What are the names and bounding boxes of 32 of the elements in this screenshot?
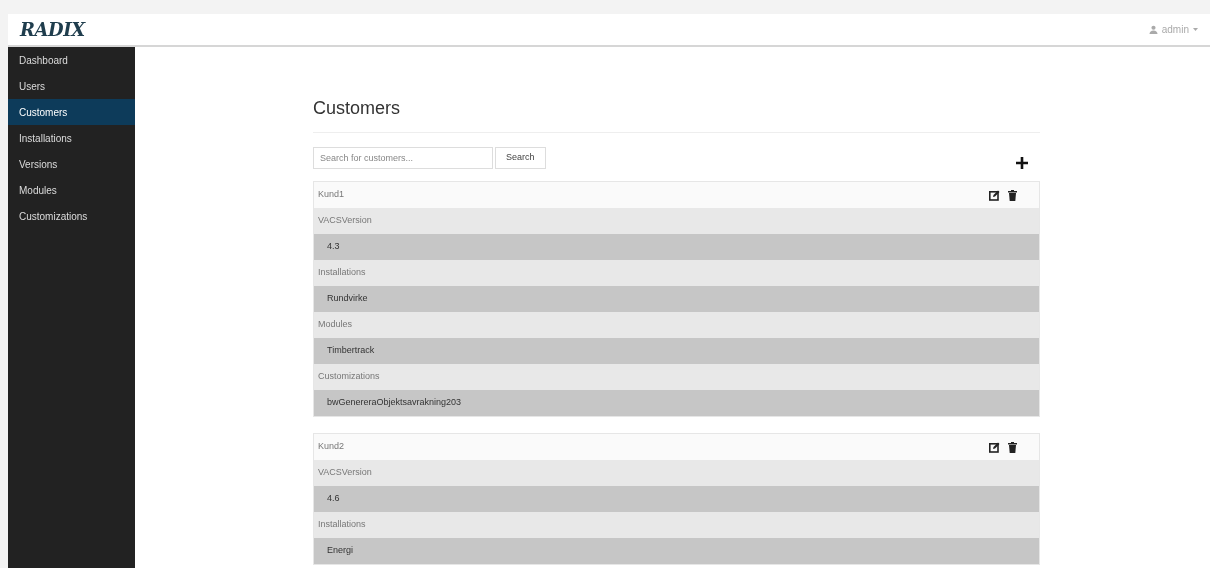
edit-icon[interactable] <box>989 441 1000 453</box>
section-label-row: Modules <box>314 312 1039 338</box>
value-row: Rundvirke <box>314 286 1039 312</box>
value-row: Energi <box>314 538 1039 564</box>
value-row: 4.6 <box>314 486 1039 512</box>
trash-icon[interactable] <box>1008 189 1017 201</box>
section-label-row: Installations <box>314 512 1039 538</box>
edit-icon[interactable] <box>989 189 1000 201</box>
section-label-row: VACSVersion <box>314 460 1039 486</box>
add-icon[interactable] <box>1016 157 1028 169</box>
caret-icon <box>1193 28 1198 31</box>
radix-logo[interactable]: RADIX <box>20 16 85 43</box>
customer-name: Kund1 <box>318 188 345 202</box>
user-icon <box>1148 25 1158 34</box>
sidebar-item[interactable]: Users <box>8 73 135 99</box>
section-label-row: Installations <box>314 260 1039 286</box>
page-title: Customers <box>313 95 1040 133</box>
sidebar-item[interactable]: Dashboard <box>8 47 135 73</box>
sidebar-item[interactable]: Customizations <box>8 203 135 229</box>
search-field[interactable]: Search for customers... <box>313 147 493 169</box>
value-row: bwGenereraObjektsavrakning203 <box>314 390 1039 416</box>
section-label-row: VACSVersion <box>314 208 1039 234</box>
section-label-row: Customizations <box>314 364 1039 390</box>
sidebar-item[interactable]: Customers <box>8 99 135 125</box>
sidebar-item[interactable]: Modules <box>8 177 135 203</box>
value-row: Timbertrack <box>314 338 1039 364</box>
trash-icon[interactable] <box>1008 441 1017 453</box>
sidebar-item[interactable]: Installations <box>8 125 135 151</box>
sidebar-item[interactable]: Versions <box>8 151 135 177</box>
value-row: 4.3 <box>314 234 1039 260</box>
customer-name: Kund2 <box>318 440 345 454</box>
search-button[interactable]: Search <box>495 147 546 169</box>
